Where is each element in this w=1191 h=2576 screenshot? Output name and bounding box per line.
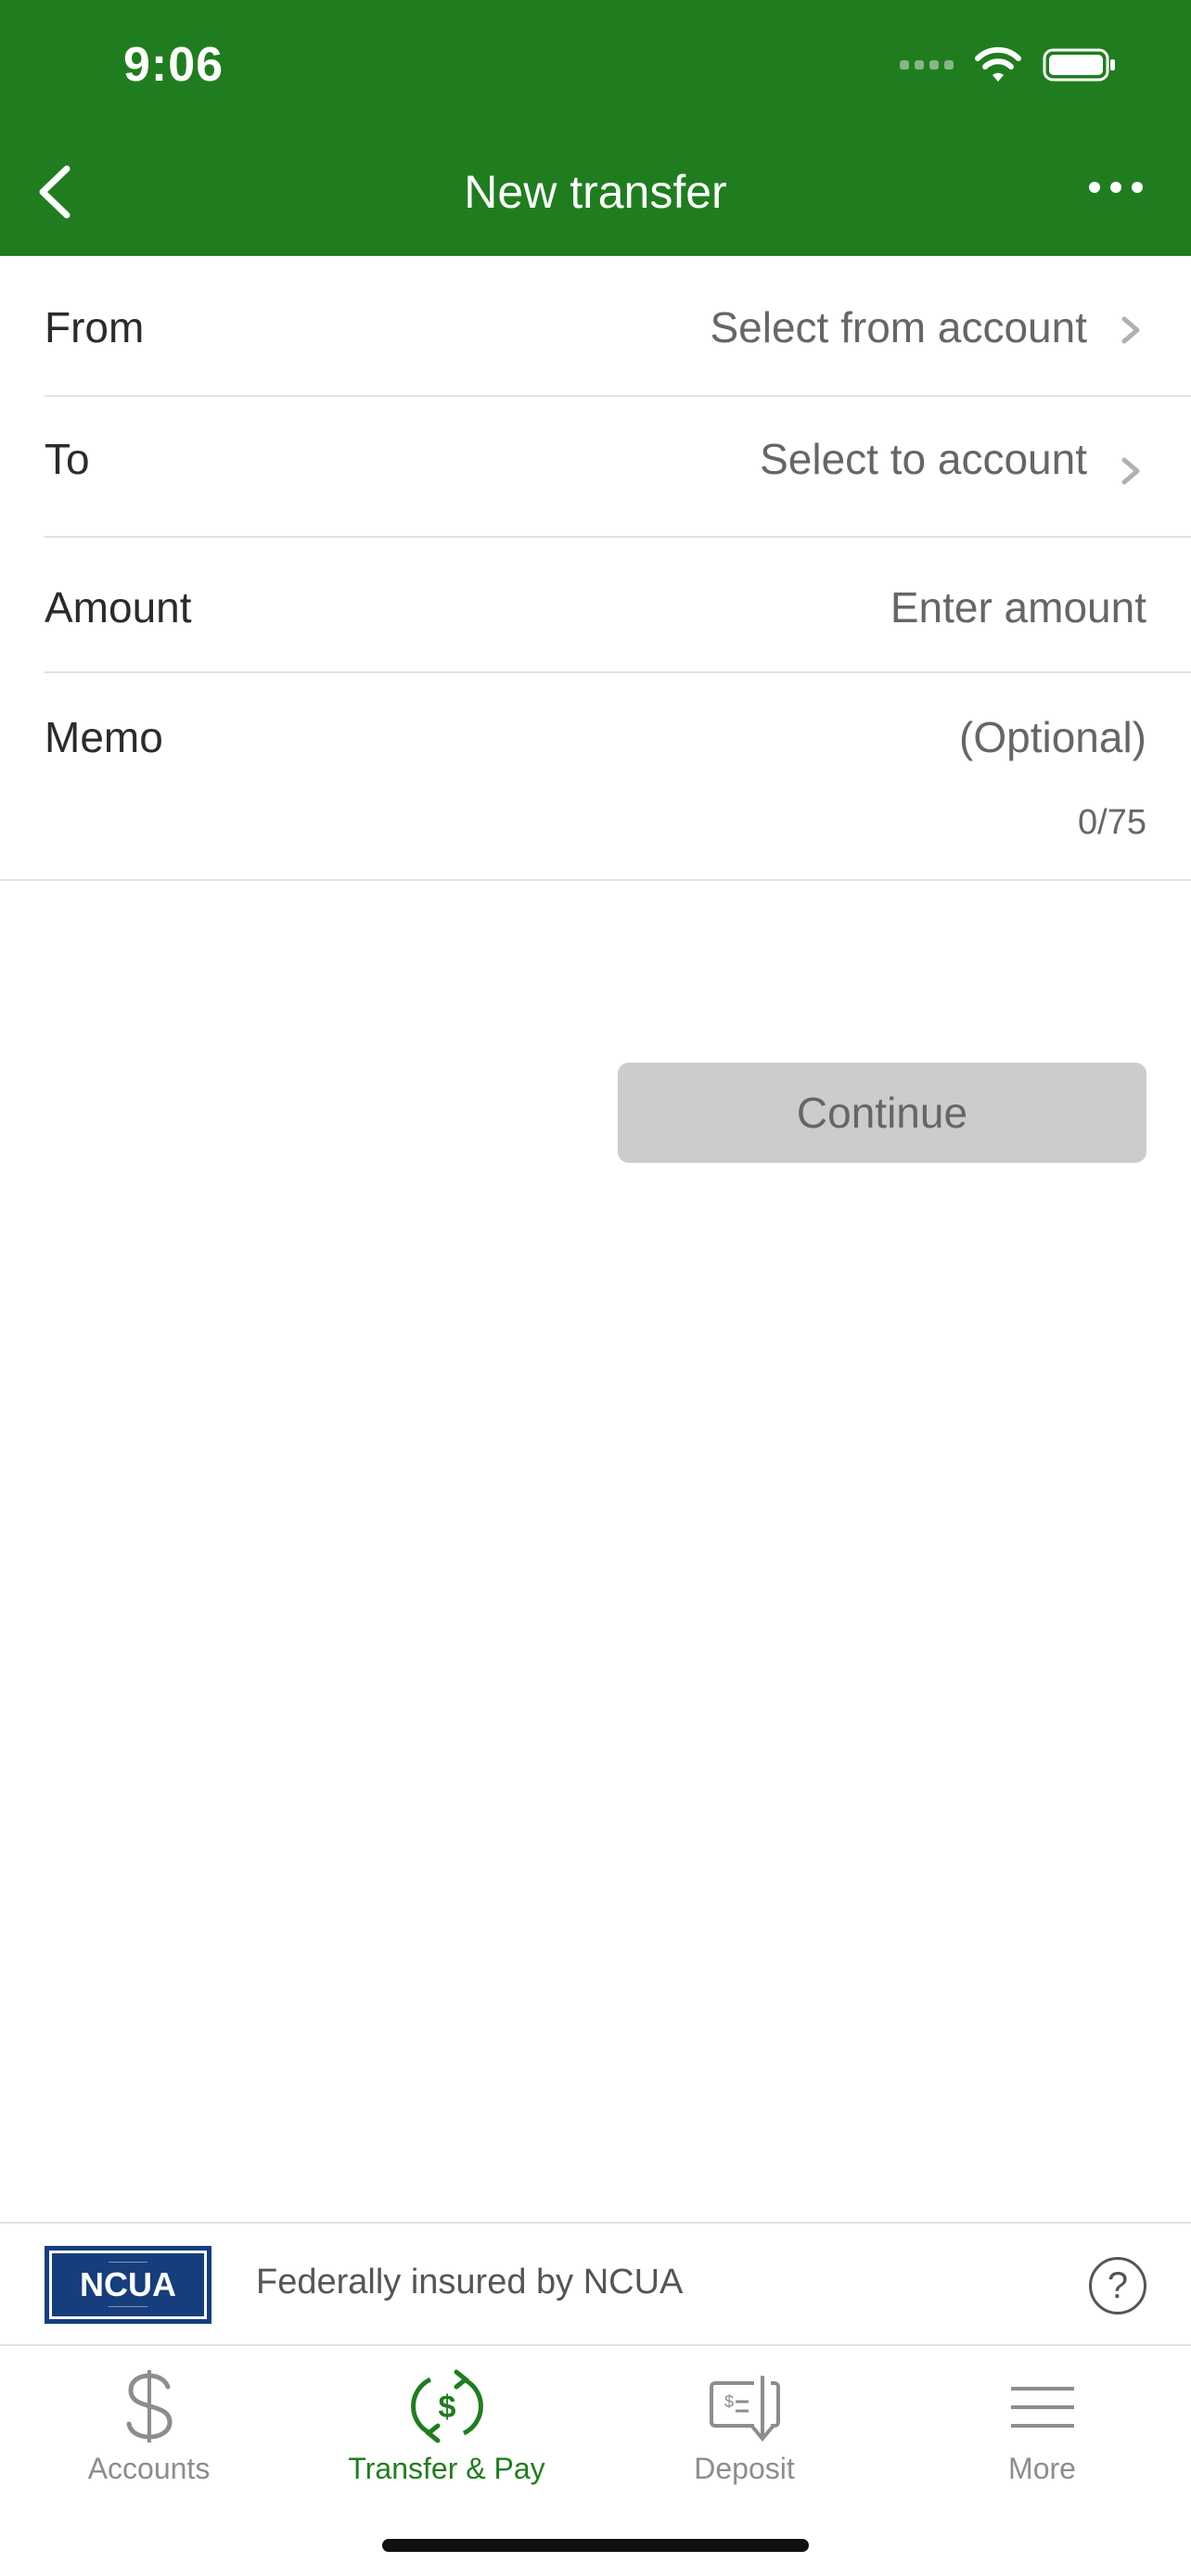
tab-label: Accounts <box>87 2452 211 2485</box>
dollar-icon <box>108 2366 191 2446</box>
help-icon[interactable]: ? <box>1089 2257 1146 2315</box>
wifi-icon <box>975 46 1021 82</box>
tab-more[interactable]: More <box>893 2346 1191 2494</box>
from-account-value: Select from account <box>710 303 1087 351</box>
status-icons <box>900 46 1117 83</box>
ncua-logo: —————— NCUA —————— <box>45 2246 211 2324</box>
memo-row[interactable]: Memo (Optional) 0/75 <box>0 673 1191 881</box>
from-label: From <box>45 303 145 351</box>
deposit-check-icon: $ <box>703 2366 787 2446</box>
insurance-text: Federally insured by NCUA <box>256 2263 684 2302</box>
home-indicator <box>382 2539 809 2552</box>
svg-text:$: $ <box>438 2390 455 2425</box>
to-account-row[interactable]: To Select to account <box>0 397 1191 538</box>
header: 9:06 New transfer <box>0 0 1191 256</box>
chevron-right-icon <box>1121 316 1140 344</box>
battery-icon <box>1043 48 1115 82</box>
page-title: New transfer <box>464 166 727 218</box>
menu-icon <box>1001 2366 1084 2446</box>
continue-button[interactable]: Continue <box>618 1063 1146 1163</box>
memo-label: Memo <box>45 713 163 761</box>
transfer-pay-icon: $ <box>405 2366 489 2446</box>
memo-input[interactable]: (Optional) <box>959 712 1146 762</box>
to-account-value: Select to account <box>760 435 1087 483</box>
signal-icon <box>900 60 954 70</box>
memo-char-counter: 0/75 <box>1078 803 1146 842</box>
divider <box>0 879 1191 881</box>
amount-row[interactable]: Amount Enter amount <box>0 538 1191 671</box>
status-time: 9:06 <box>123 38 224 92</box>
chevron-right-icon <box>1121 457 1140 485</box>
to-label: To <box>45 435 90 483</box>
tab-label: Transfer & Pay <box>348 2452 545 2485</box>
tab-deposit[interactable]: $ Deposit <box>596 2346 893 2494</box>
tab-transfer-pay[interactable]: $ Transfer & Pay <box>298 2346 596 2494</box>
tab-accounts[interactable]: Accounts <box>0 2346 298 2494</box>
more-options-icon[interactable] <box>1089 182 1143 193</box>
tab-label: More <box>1008 2452 1076 2485</box>
svg-text:$: $ <box>724 2392 734 2411</box>
ncua-logo-text: NCUA <box>80 2265 176 2303</box>
amount-input[interactable]: Enter amount <box>890 582 1146 632</box>
insurance-banner: —————— NCUA —————— Federally insured by … <box>0 2222 1191 2344</box>
tab-label: Deposit <box>694 2452 795 2485</box>
amount-label: Amount <box>45 583 192 631</box>
app-root: 9:06 New transfer From Select from accou… <box>0 0 1191 2576</box>
from-account-row[interactable]: From Select from account <box>0 256 1191 397</box>
